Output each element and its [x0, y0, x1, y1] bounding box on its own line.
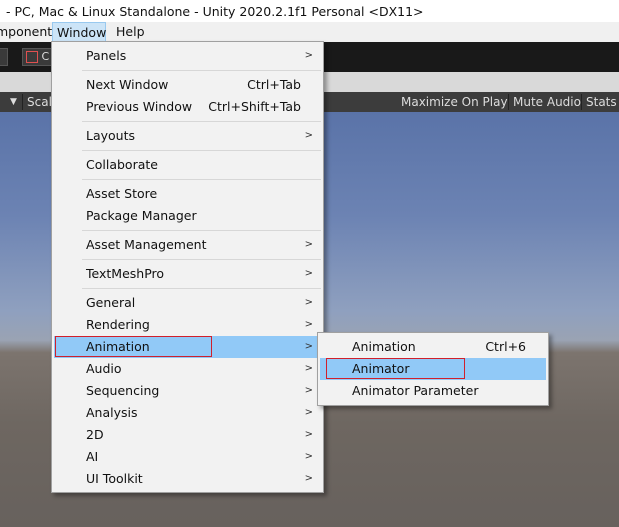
annotation-box: [326, 358, 465, 379]
submenu-item-animation[interactable]: Animation Ctrl+6: [320, 336, 546, 358]
chevron-right-icon: >: [304, 341, 313, 352]
collab-label: C: [41, 50, 50, 63]
menu-item-layouts[interactable]: Layouts >: [54, 125, 321, 147]
menu-item-asset-management[interactable]: Asset Management >: [54, 234, 321, 256]
menu-item-sequencing[interactable]: Sequencing >: [54, 380, 321, 402]
menu-item-general[interactable]: General >: [54, 292, 321, 314]
title-bar: - PC, Mac & Linux Standalone - Unity 202…: [0, 0, 619, 22]
menu-item-audio[interactable]: Audio >: [54, 358, 321, 380]
chevron-right-icon: >: [304, 473, 313, 484]
menu-separator: [82, 150, 321, 151]
menu-help[interactable]: Help: [112, 22, 149, 42]
menu-separator: [82, 288, 321, 289]
window-menu: Panels > Next Window Ctrl+Tab Previous W…: [51, 41, 324, 493]
menu-separator: [82, 70, 321, 71]
annotation-box: [55, 336, 212, 357]
menu-component[interactable]: mponent: [0, 22, 56, 42]
menu-separator: [82, 179, 321, 180]
menu-item-ui-toolkit[interactable]: UI Toolkit >: [54, 468, 321, 490]
chevron-right-icon: >: [304, 363, 313, 374]
stats-toggle[interactable]: Stats: [582, 92, 619, 112]
menu-item-2d[interactable]: 2D >: [54, 424, 321, 446]
tool-icon[interactable]: [0, 48, 8, 66]
maximize-on-play-toggle[interactable]: Maximize On Play: [397, 92, 512, 112]
dropdown-arrow-icon[interactable]: ▼: [6, 92, 21, 112]
menu-window[interactable]: Window: [52, 22, 106, 42]
chevron-right-icon: >: [304, 268, 313, 279]
chevron-right-icon: >: [304, 130, 313, 141]
collab-icon: [26, 51, 38, 63]
chevron-right-icon: >: [304, 297, 313, 308]
chevron-right-icon: >: [304, 319, 313, 330]
menu-item-textmeshpro[interactable]: TextMeshPro >: [54, 263, 321, 285]
menu-item-ai[interactable]: AI >: [54, 446, 321, 468]
chevron-right-icon: >: [304, 239, 313, 250]
menu-item-panels[interactable]: Panels >: [54, 45, 321, 67]
chevron-right-icon: >: [304, 407, 313, 418]
submenu-item-animator-parameter[interactable]: Animator Parameter: [320, 380, 546, 402]
chevron-right-icon: >: [304, 429, 313, 440]
menu-item-previous-window[interactable]: Previous Window Ctrl+Shift+Tab: [54, 96, 321, 118]
chevron-right-icon: >: [304, 385, 313, 396]
menu-item-rendering[interactable]: Rendering >: [54, 314, 321, 336]
menu-item-analysis[interactable]: Analysis >: [54, 402, 321, 424]
menu-item-asset-store[interactable]: Asset Store: [54, 183, 321, 205]
menu-item-package-manager[interactable]: Package Manager: [54, 205, 321, 227]
menu-separator: [82, 259, 321, 260]
chevron-right-icon: >: [304, 451, 313, 462]
menu-separator: [82, 121, 321, 122]
menu-item-collaborate[interactable]: Collaborate: [54, 154, 321, 176]
menu-bar: mponent Window Help: [0, 22, 619, 42]
menu-item-next-window[interactable]: Next Window Ctrl+Tab: [54, 74, 321, 96]
mute-audio-toggle[interactable]: Mute Audio: [509, 92, 585, 112]
window-title: - PC, Mac & Linux Standalone - Unity 202…: [6, 4, 424, 19]
menu-separator: [82, 230, 321, 231]
chevron-right-icon: >: [304, 50, 313, 61]
